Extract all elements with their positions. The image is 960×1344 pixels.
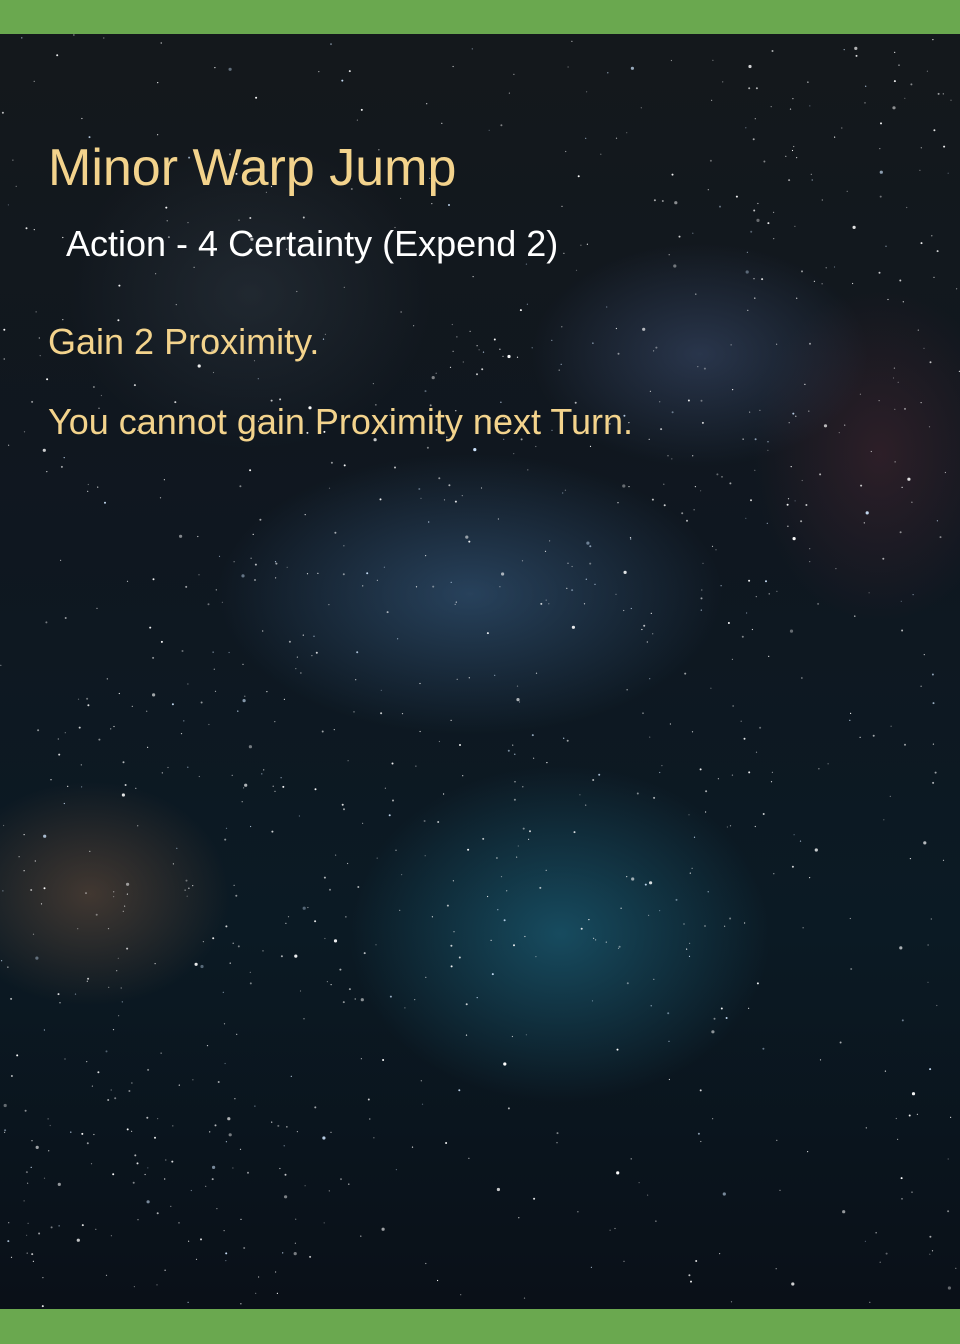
rule-text: You cannot gain Proximity next Turn. <box>48 401 633 442</box>
card-title: Minor Warp Jump <box>48 139 457 197</box>
game-card: Minor Warp Jump Action - 4 Certainty (Ex… <box>0 0 960 1344</box>
card-text: Minor Warp Jump Action - 4 Certainty (Ex… <box>0 0 960 1344</box>
rule-text: Gain 2 Proximity. <box>48 321 320 362</box>
card-cost-line: Action - 4 Certainty (Expend 2) <box>66 223 559 264</box>
